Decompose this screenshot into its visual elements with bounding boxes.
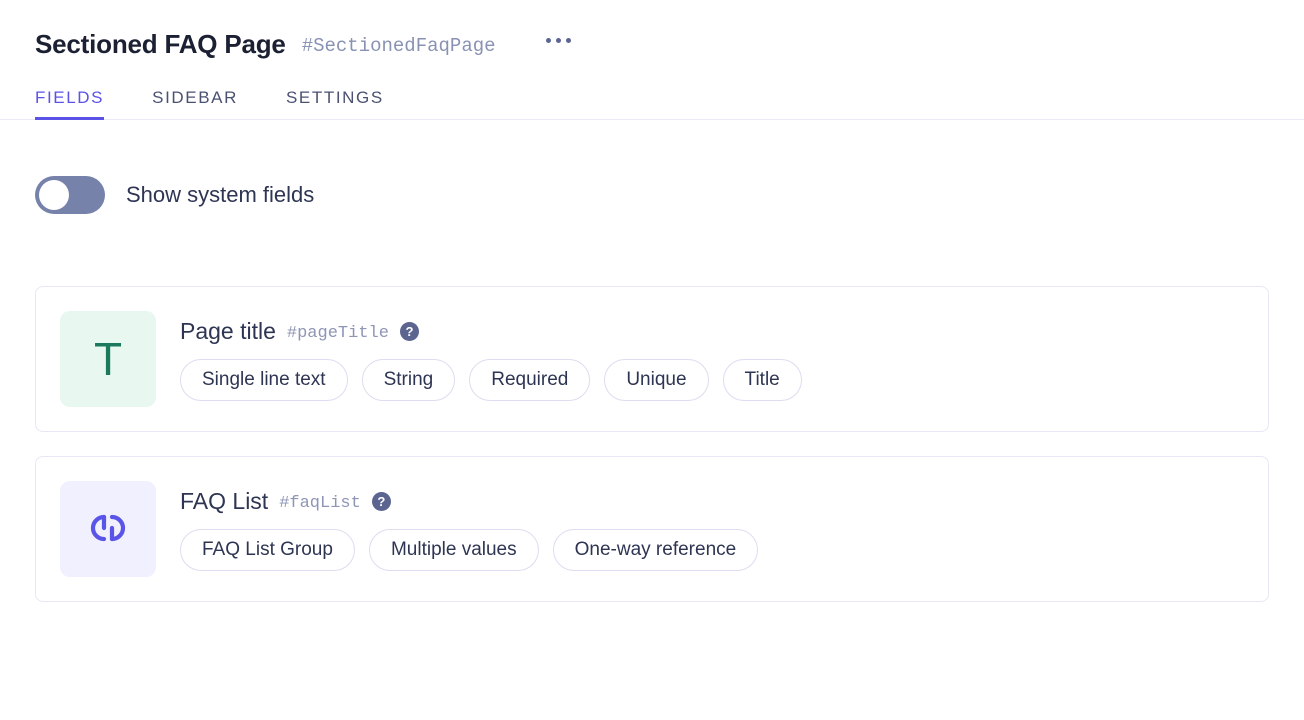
field-tag-row: FAQ List Group Multiple values One-way r…	[180, 529, 758, 571]
field-tag: Required	[469, 359, 590, 401]
kebab-menu-icon[interactable]	[542, 32, 575, 49]
page-header: Sectioned FAQ Page #SectionedFaqPage	[35, 0, 1269, 48]
text-field-icon-glyph: T	[94, 336, 122, 382]
text-field-icon: T	[60, 311, 156, 407]
field-tag: Multiple values	[369, 529, 539, 571]
field-card-body: Page title #pageTitle ? Single line text…	[180, 318, 802, 401]
field-tag: One-way reference	[553, 529, 759, 571]
field-tag: Unique	[604, 359, 708, 401]
help-icon[interactable]: ?	[372, 492, 391, 511]
tab-settings[interactable]: SETTINGS	[286, 88, 384, 120]
field-name: Page title	[180, 318, 276, 345]
kebab-dot	[556, 38, 561, 43]
page-title: Sectioned FAQ Page	[35, 29, 286, 60]
field-card[interactable]: FAQ List #faqList ? FAQ List Group Multi…	[35, 456, 1269, 602]
page-slug: #SectionedFaqPage	[302, 35, 496, 57]
field-tag-row: Single line text String Required Unique …	[180, 359, 802, 401]
show-system-fields-row: Show system fields	[35, 176, 1269, 214]
field-tag: FAQ List Group	[180, 529, 355, 571]
field-list: T Page title #pageTitle ? Single line te…	[35, 286, 1269, 602]
field-card-body: FAQ List #faqList ? FAQ List Group Multi…	[180, 488, 758, 571]
field-tag: Single line text	[180, 359, 348, 401]
tab-fields[interactable]: FIELDS	[35, 88, 104, 120]
reference-link-icon	[60, 481, 156, 577]
field-heading: Page title #pageTitle ?	[180, 318, 802, 345]
show-system-fields-toggle[interactable]	[35, 176, 105, 214]
field-card[interactable]: T Page title #pageTitle ? Single line te…	[35, 286, 1269, 432]
field-heading: FAQ List #faqList ?	[180, 488, 758, 515]
field-slug: #pageTitle	[287, 324, 389, 343]
help-icon[interactable]: ?	[400, 322, 419, 341]
field-slug: #faqList	[279, 494, 361, 513]
tab-sidebar[interactable]: SIDEBAR	[152, 88, 238, 120]
show-system-fields-label: Show system fields	[126, 182, 314, 208]
kebab-dot	[566, 38, 571, 43]
field-tag: String	[362, 359, 456, 401]
field-tag: Title	[723, 359, 802, 401]
kebab-dot	[546, 38, 551, 43]
toggle-knob	[39, 180, 69, 210]
tab-bar: FIELDS SIDEBAR SETTINGS	[35, 74, 1269, 120]
field-name: FAQ List	[180, 488, 268, 515]
fields-editor-page: Sectioned FAQ Page #SectionedFaqPage FIE…	[0, 0, 1304, 720]
